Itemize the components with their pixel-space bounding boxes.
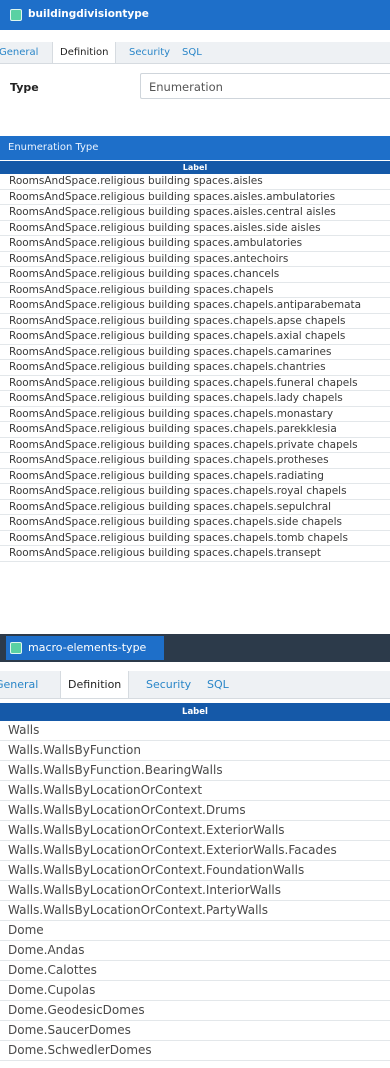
table-row[interactable]: RoomsAndSpace.religious building spaces.… (0, 252, 390, 267)
table-row[interactable]: Walls.WallsByLocationOrContext.ExteriorW… (0, 821, 390, 841)
table-row[interactable]: Dome.Cupolas (0, 981, 390, 1001)
tab-general[interactable]: General (0, 671, 45, 698)
column-header-label[interactable]: Label (0, 703, 390, 721)
table-row[interactable]: Walls.WallsByLocationOrContext.Drums (0, 801, 390, 821)
table-row[interactable]: RoomsAndSpace.religious building spaces.… (0, 329, 390, 345)
panel-header: macro-elements-type (0, 634, 390, 662)
tab-bar: General Definition Security SQL (0, 671, 390, 699)
table-row[interactable]: RoomsAndSpace.religious building spaces.… (0, 236, 390, 252)
table-row[interactable]: RoomsAndSpace.religious building spaces.… (0, 283, 390, 298)
panel-title: macro-elements-type (28, 641, 147, 654)
table-row[interactable]: RoomsAndSpace.religious building spaces.… (0, 345, 390, 360)
section-title: Enumeration Type (0, 136, 390, 160)
table-row[interactable]: Walls.WallsByLocationOrContext.InteriorW… (0, 881, 390, 901)
table-row[interactable]: Walls.WallsByLocationOrContext.ExteriorW… (0, 841, 390, 861)
tab-sql[interactable]: SQL (175, 42, 209, 63)
table-row[interactable]: Walls.WallsByFunction (0, 741, 390, 761)
table-row[interactable]: RoomsAndSpace.religious building spaces.… (0, 422, 390, 438)
table-row[interactable]: RoomsAndSpace.religious building spaces.… (0, 546, 390, 562)
table-row[interactable]: RoomsAndSpace.religious building spaces.… (0, 190, 390, 205)
table-row[interactable]: RoomsAndSpace.religious building spaces.… (0, 500, 390, 515)
tab-definition[interactable]: Definition (60, 671, 130, 698)
table-row[interactable]: Walls.WallsByLocationOrContext.PartyWall… (0, 901, 390, 921)
tab-definition[interactable]: Definition (52, 42, 117, 63)
type-select[interactable]: Enumeration (140, 73, 390, 99)
table-row[interactable]: RoomsAndSpace.religious building spaces.… (0, 221, 390, 236)
table-row[interactable]: Walls (0, 721, 390, 741)
table-row[interactable]: Dome.SchwedlerDomes (0, 1041, 390, 1061)
table-row[interactable]: Dome.GeodesicDomes (0, 1001, 390, 1021)
tab-security[interactable]: Security (139, 671, 198, 698)
table-row[interactable]: RoomsAndSpace.religious building spaces.… (0, 469, 390, 484)
table-row[interactable]: Dome.Andas (0, 941, 390, 961)
tab-general[interactable]: General (0, 42, 45, 63)
tab-sql[interactable]: SQL (200, 671, 236, 698)
enumeration-list: RoomsAndSpace.religious building spaces.… (0, 174, 390, 562)
table-row[interactable]: RoomsAndSpace.religious building spaces.… (0, 438, 390, 453)
type-label: Type (10, 81, 39, 94)
table-row[interactable]: Walls.WallsByLocationOrContext (0, 781, 390, 801)
table-row[interactable]: RoomsAndSpace.religious building spaces.… (0, 314, 390, 329)
tab-security[interactable]: Security (122, 42, 177, 63)
table-row[interactable]: RoomsAndSpace.religious building spaces.… (0, 407, 390, 422)
column-header-label[interactable]: Label (0, 161, 390, 174)
table-row[interactable]: RoomsAndSpace.religious building spaces.… (0, 391, 390, 407)
table-row[interactable]: RoomsAndSpace.religious building spaces.… (0, 376, 390, 391)
table-row[interactable]: RoomsAndSpace.religious building spaces.… (0, 174, 390, 190)
table-row[interactable]: RoomsAndSpace.religious building spaces.… (0, 515, 390, 531)
table-row[interactable]: Walls.WallsByLocationOrContext.Foundatio… (0, 861, 390, 881)
table-row[interactable]: RoomsAndSpace.religious building spaces.… (0, 531, 390, 546)
table-row[interactable]: RoomsAndSpace.religious building spaces.… (0, 298, 390, 314)
table-row[interactable]: RoomsAndSpace.religious building spaces.… (0, 453, 390, 469)
table-row[interactable]: Dome.SaucerDomes (0, 1021, 390, 1041)
label-list: Walls Walls.WallsByFunction Walls.WallsByF… (0, 721, 390, 1061)
panel-header: buildingdivisiontype (0, 0, 390, 30)
table-icon (10, 642, 22, 654)
table-icon (10, 9, 22, 21)
table-row[interactable]: Walls.WallsByFunction.BearingWalls (0, 761, 390, 781)
table-row[interactable]: Dome (0, 921, 390, 941)
table-row[interactable]: RoomsAndSpace.religious building spaces.… (0, 267, 390, 283)
table-row[interactable]: RoomsAndSpace.religious building spaces.… (0, 205, 390, 221)
table-row[interactable]: RoomsAndSpace.religious building spaces.… (0, 360, 390, 376)
table-row[interactable]: RoomsAndSpace.religious building spaces.… (0, 484, 390, 500)
table-row[interactable]: Dome.Calottes (0, 961, 390, 981)
tab-bar: General Definition Security SQL (0, 42, 390, 64)
panel-title: buildingdivisiontype (28, 8, 149, 20)
